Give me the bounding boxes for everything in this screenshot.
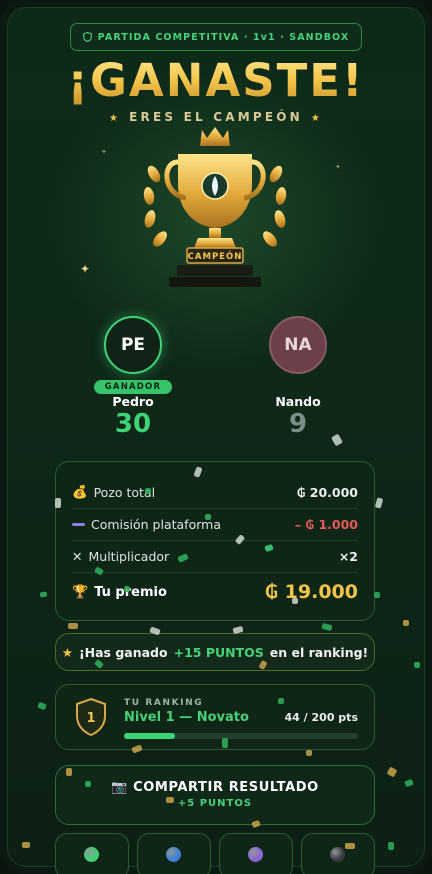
confetti-piece	[166, 797, 174, 803]
green-gem-icon	[84, 847, 99, 862]
victory-subtitle: ★ ERES EL CAMPEÓN ★	[0, 110, 432, 124]
confetti-piece	[403, 620, 409, 626]
confetti-piece	[292, 598, 298, 604]
confetti-piece	[345, 843, 355, 849]
row-value: – ₲ 1.000	[294, 516, 358, 532]
confetti-piece	[85, 781, 91, 787]
player-winner: PE GANADOR Pedro 30	[73, 316, 193, 439]
row-value: ₲ 19.000	[264, 581, 358, 603]
ranking-points: 44 / 200 pts	[284, 711, 358, 724]
shield-icon	[82, 32, 92, 42]
confetti-piece	[414, 662, 420, 668]
sparkle-icon: ✦	[101, 148, 107, 156]
close-icon: ✕	[72, 548, 83, 564]
player-score: 9	[288, 409, 308, 439]
row-label: Multiplicador	[88, 548, 170, 564]
points-text: en el ranking!	[269, 644, 369, 660]
confetti-piece	[145, 488, 151, 494]
victory-title: ¡GANASTE!	[0, 54, 432, 107]
ranking-card[interactable]: 1 TU RANKING Nivel 1 — Novato 44 / 200 p…	[55, 684, 375, 750]
trophy-icon: 🏆	[72, 584, 89, 600]
victory-screen: PARTIDA COMPETITIVA · 1v1 · SANDBOX ¡GAN…	[0, 0, 432, 874]
confetti-piece	[306, 750, 312, 756]
gem-card-purple[interactable]	[219, 833, 293, 874]
points-text: ¡Has ganado	[78, 644, 168, 660]
confetti-piece	[68, 623, 78, 629]
player-name: Pedro	[112, 394, 154, 409]
prize-row-total: 🏆 Tu premio ₲ 19.000	[72, 572, 358, 612]
points-highlight: +15 PUNTOS	[173, 644, 264, 660]
gem-card-green[interactable]	[55, 833, 129, 874]
confetti-piece	[374, 592, 380, 598]
confetti-piece	[205, 514, 211, 520]
row-label: Comisión plataforma	[91, 516, 221, 532]
avatar: NA	[269, 316, 327, 374]
ranking-label: TU RANKING	[124, 698, 204, 708]
confetti-piece	[37, 701, 47, 711]
gem-card-dark[interactable]	[301, 833, 375, 874]
trophy-plate-text: CAMPEÓN	[188, 250, 243, 262]
sparkle-icon: ✦	[80, 262, 91, 276]
confetti-piece	[278, 698, 284, 704]
gem-card-blue[interactable]	[137, 833, 211, 874]
confetti-piece	[388, 842, 394, 850]
row-value: ₲ 20.000	[296, 484, 358, 500]
share-label: 📷 COMPARTIR RESULTADO	[111, 780, 319, 795]
prize-summary-card: 💰 Pozo total ₲ 20.000 Comisión plataforma…	[55, 461, 375, 621]
subtitle-text: ERES EL CAMPEÓN	[129, 110, 303, 124]
share-result-button[interactable]: 📷 COMPARTIR RESULTADO +5 PUNTOS	[55, 765, 375, 825]
row-label: Tu premio	[94, 584, 167, 600]
star-icon: ★	[108, 113, 122, 124]
confetti-piece	[22, 842, 30, 848]
dark-gem-icon	[330, 847, 345, 862]
money-bag-icon: 💰	[72, 484, 88, 499]
sparkle-icon: ✦	[335, 163, 341, 171]
star-icon: ★	[310, 113, 324, 124]
blue-gem-icon	[166, 847, 181, 862]
confetti-piece	[321, 622, 333, 632]
star-icon: ★	[61, 644, 73, 660]
confetti-piece	[222, 738, 228, 748]
player-score: 30	[114, 409, 152, 439]
purple-gem-icon	[248, 847, 263, 862]
rank-number: 1	[86, 711, 95, 726]
trophy-icon: CAMPEÓN	[143, 127, 287, 287]
confetti-piece	[386, 766, 398, 778]
purple-bar-icon	[72, 522, 85, 526]
confetti-piece	[55, 498, 61, 508]
confetti-piece	[251, 819, 261, 829]
prize-row-multiplier: ✕ Multiplicador ×2	[72, 540, 358, 573]
camera-icon: 📷	[111, 780, 128, 795]
avatar: PE	[104, 316, 162, 374]
share-bonus: +5 PUNTOS	[177, 798, 253, 809]
player-name: Nando	[275, 394, 321, 409]
prize-row-fee: Comisión plataforma – ₲ 1.000	[72, 508, 358, 541]
ranking-progress-fill	[124, 733, 176, 739]
winner-badge: GANADOR	[93, 380, 173, 394]
prize-row-pot: 💰 Pozo total ₲ 20.000	[72, 476, 358, 509]
player-opponent: NA Nando 9	[238, 316, 358, 439]
confetti-piece	[39, 591, 48, 598]
rank-shield-icon: 1	[76, 697, 106, 737]
confetti-piece	[66, 768, 72, 776]
ranking-level: Nivel 1 — Novato	[124, 710, 249, 725]
confetti-piece	[374, 497, 384, 509]
row-value: ×2	[338, 548, 358, 564]
confetti-piece	[404, 778, 414, 788]
match-type-text: PARTIDA COMPETITIVA · 1v1 · SANDBOX	[97, 31, 350, 43]
match-type-badge: PARTIDA COMPETITIVA · 1v1 · SANDBOX	[70, 23, 362, 51]
ranking-progress-bar	[124, 733, 358, 739]
